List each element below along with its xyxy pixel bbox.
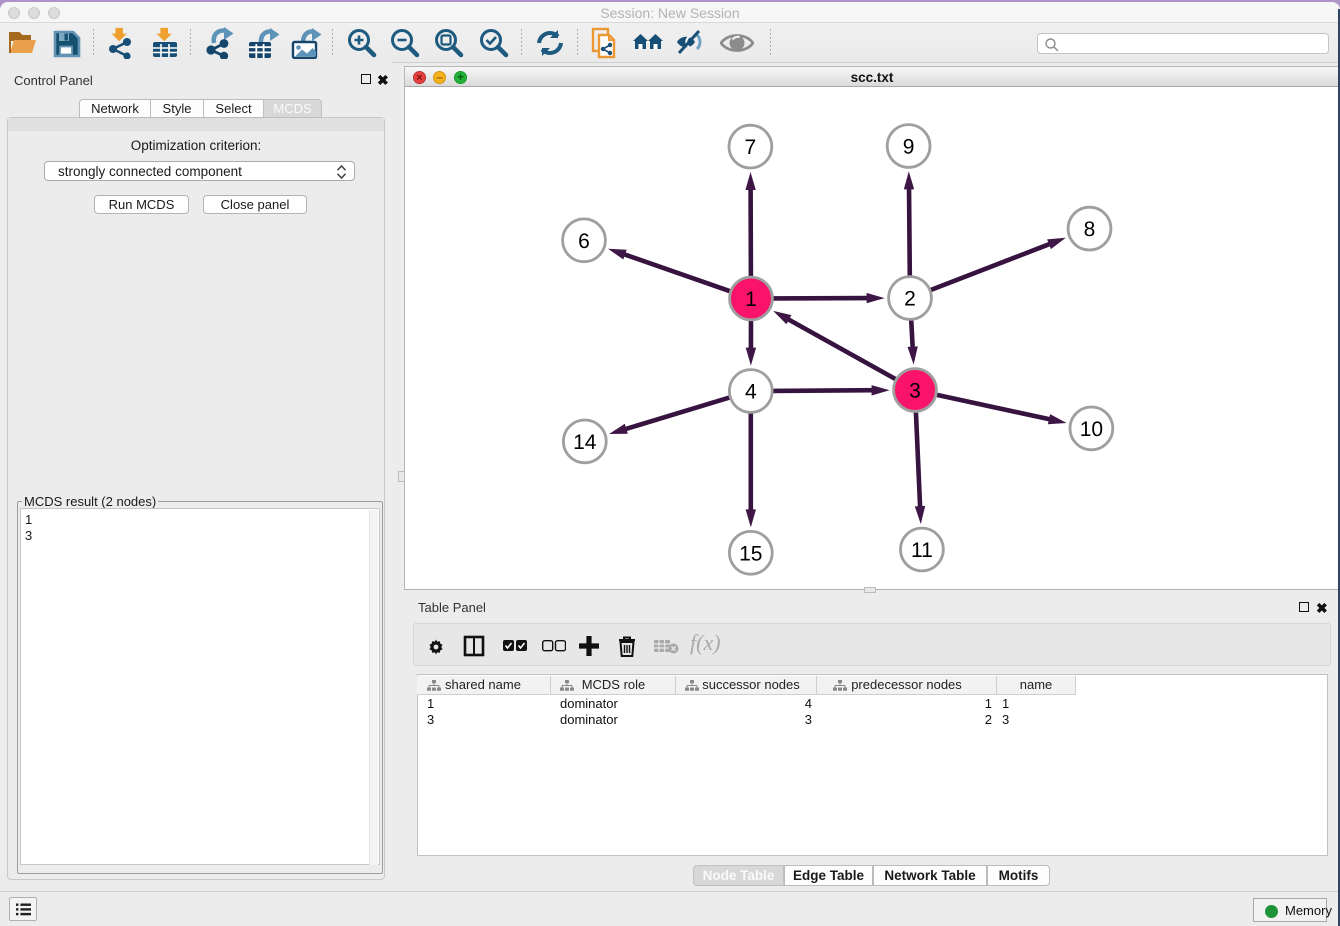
svg-text:7: 7 [745, 136, 757, 159]
svg-text:14: 14 [573, 431, 597, 454]
svg-text:1: 1 [745, 288, 757, 311]
svg-text:9: 9 [903, 136, 915, 159]
svg-text:11: 11 [911, 539, 933, 562]
svg-text:2: 2 [904, 288, 916, 311]
svg-text:15: 15 [739, 542, 762, 565]
svg-text:10: 10 [1080, 418, 1103, 441]
svg-text:4: 4 [745, 381, 757, 404]
svg-text:8: 8 [1084, 218, 1096, 241]
svg-text:6: 6 [578, 230, 590, 253]
svg-text:3: 3 [909, 380, 921, 403]
